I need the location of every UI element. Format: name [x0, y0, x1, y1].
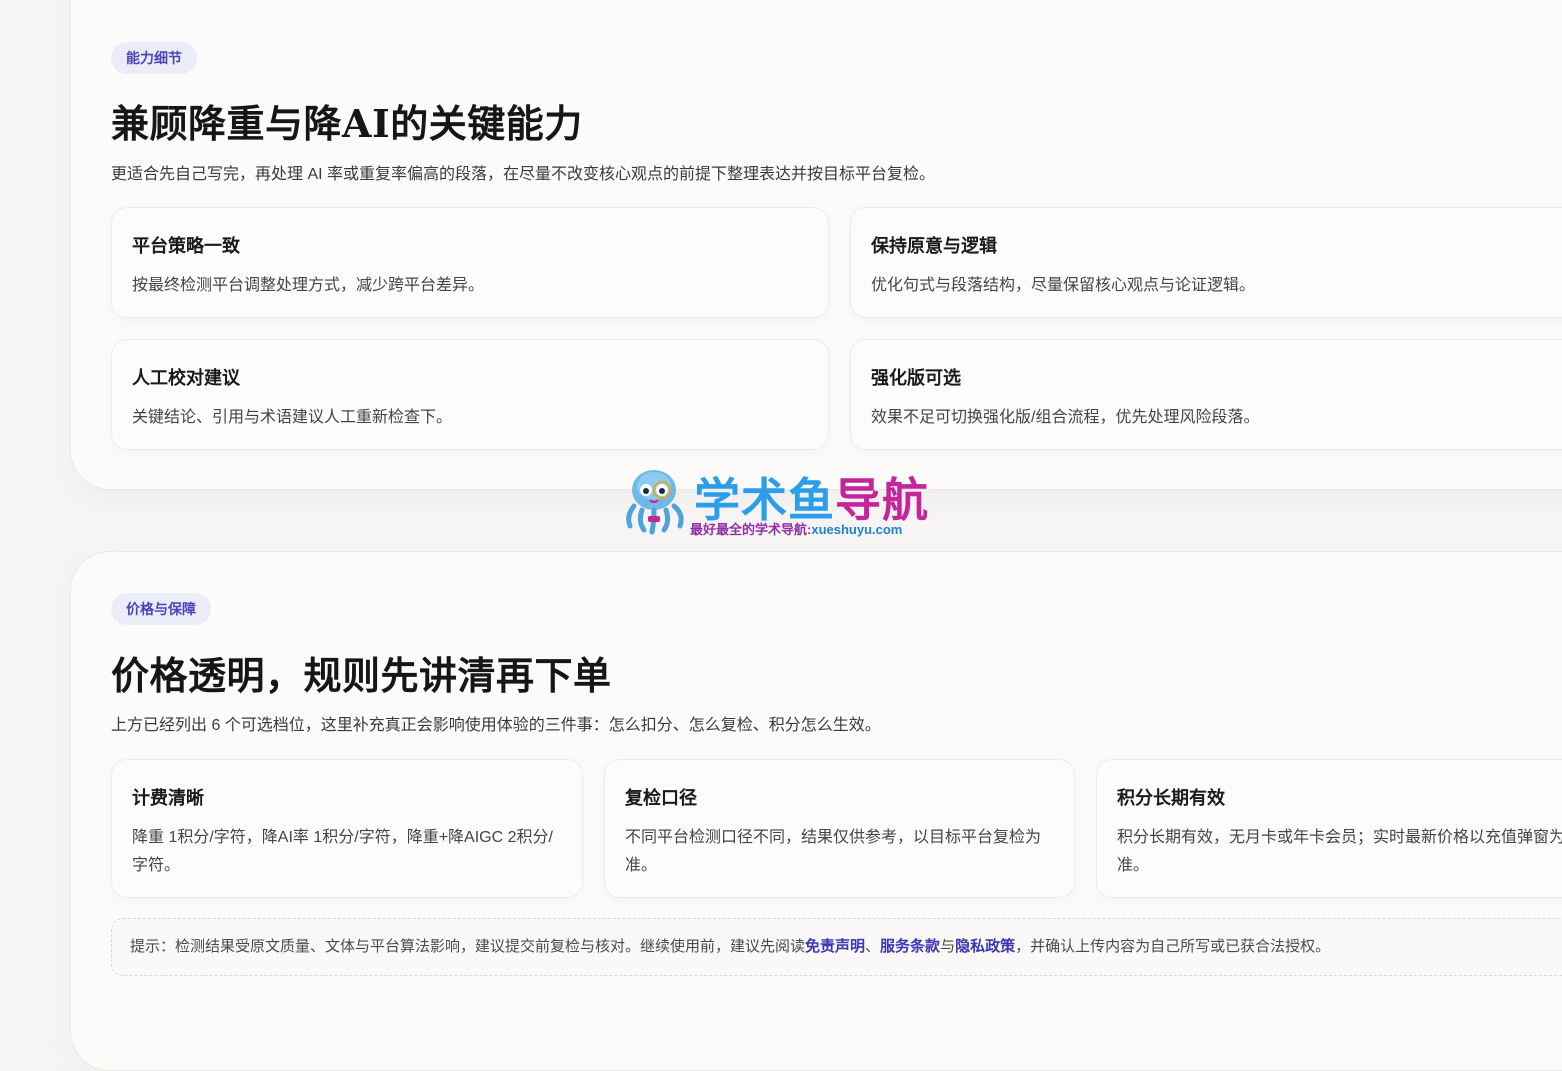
watermark-subtitle: 最好最全的学术导航:xueshuyu.com	[690, 519, 902, 538]
ability-section-title: 兼顾降重与降AI的关键能力	[111, 101, 583, 146]
card-desc: 优化句式与段落结构，尽量保留核心观点与论证逻辑。	[871, 277, 1256, 294]
card-title: 积分长期有效	[1117, 788, 1225, 808]
terms-link[interactable]: 服务条款	[880, 938, 940, 955]
card-title: 强化版可选	[871, 368, 961, 388]
ability-card-enhanced: 强化版可选 效果不足可切换强化版/组合流程，优先处理风险段落。	[850, 339, 1562, 450]
price-card-points: 积分长期有效 积分长期有效，无月卡或年卡会员；实时最新价格以充值弹窗为准。	[1096, 759, 1562, 898]
price-card-billing: 计费清晰 降重 1积分/字符，降AI率 1积分/字符，降重+降AIGC 2积分/…	[111, 759, 583, 898]
ability-card-logic: 保持原意与逻辑 优化句式与段落结构，尽量保留核心观点与论证逻辑。	[850, 207, 1562, 318]
watermark-logo: 学术鱼导航 最好最全的学术导航:xueshuyu.com	[620, 464, 950, 540]
card-title: 人工校对建议	[132, 368, 240, 388]
ability-section-pill: 能力细节	[111, 42, 197, 74]
watermark-subtitle-text: 最好最全的学术导航:	[690, 522, 812, 537]
price-card-recheck: 复检口径 不同平台检测口径不同，结果仅供参考，以目标平台复检为准。	[604, 759, 1075, 898]
octopus-mascot-icon	[626, 470, 684, 535]
tip-sep: 、	[865, 938, 881, 955]
card-desc: 不同平台检测口径不同，结果仅供参考，以目标平台复检为准。	[625, 829, 1042, 874]
privacy-link[interactable]: 隐私政策	[955, 938, 1015, 955]
card-desc: 降重 1积分/字符，降AI率 1积分/字符，降重+降AIGC 2积分/字符。	[132, 829, 553, 874]
card-desc: 按最终检测平台调整处理方式，减少跨平台差异。	[132, 277, 485, 294]
card-title: 平台策略一致	[132, 236, 240, 256]
ability-card-platform: 平台策略一致 按最终检测平台调整处理方式，减少跨平台差异。	[111, 207, 829, 318]
card-title: 计费清晰	[132, 788, 204, 808]
card-title: 复检口径	[625, 788, 697, 808]
ability-card-proofread: 人工校对建议 关键结论、引用与术语建议人工重新检查下。	[111, 339, 829, 450]
card-desc: 效果不足可切换强化版/组合流程，优先处理风险段落。	[871, 409, 1260, 426]
price-section-pill: 价格与保障	[111, 593, 211, 625]
price-section: 价格与保障 价格透明，规则先讲清再下单 上方已经列出 6 个可选档位，这里补充真…	[70, 551, 1562, 1071]
price-section-desc: 上方已经列出 6 个可选档位，这里补充真正会影响使用体验的三件事：怎么扣分、怎么…	[111, 717, 881, 734]
watermark-domain: xueshuyu.com	[811, 522, 903, 537]
disclaimer-link[interactable]: 免责声明	[805, 938, 865, 955]
tip-box: 提示：检测结果受原文质量、文体与平台算法影响，建议提交前复检与核对。继续使用前，…	[111, 918, 1562, 976]
price-section-title: 价格透明，规则先讲清再下单	[111, 653, 612, 698]
card-desc: 关键结论、引用与术语建议人工重新检查下。	[132, 409, 453, 426]
tip-prefix: 提示：检测结果受原文质量、文体与平台算法影响，建议提交前复检与核对。继续使用前，…	[130, 938, 806, 955]
tip-sep: 与	[940, 938, 956, 955]
ability-section-desc: 更适合先自己写完，再处理 AI 率或重复率偏高的段落，在尽量不改变核心观点的前提…	[111, 166, 936, 183]
card-desc: 积分长期有效，无月卡或年卡会员；实时最新价格以充值弹窗为准。	[1117, 829, 1562, 874]
tip-suffix: ，并确认上传内容为自己所写或已获合法授权。	[1015, 938, 1331, 955]
ability-section: 能力细节 兼顾降重与降AI的关键能力 更适合先自己写完，再处理 AI 率或重复率…	[70, 0, 1562, 490]
card-title: 保持原意与逻辑	[871, 236, 997, 256]
